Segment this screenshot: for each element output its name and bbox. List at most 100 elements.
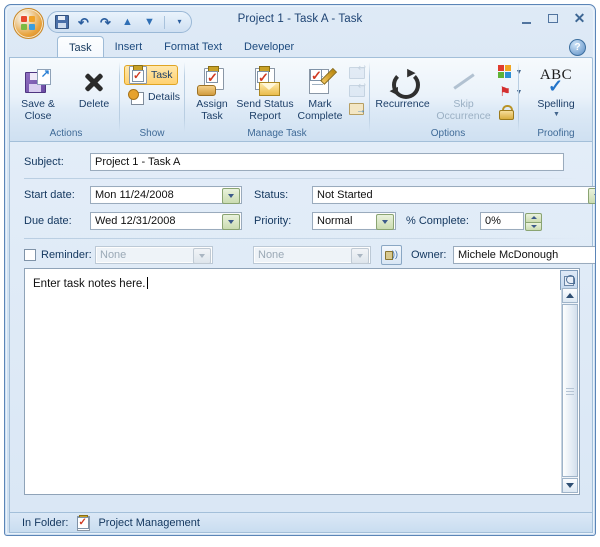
reminder-checkbox[interactable]: [24, 249, 36, 261]
due-date-dropdown-icon[interactable]: [222, 214, 240, 230]
minimize-button[interactable]: [520, 12, 535, 26]
start-date-input[interactable]: Mon 11/24/2008: [90, 186, 242, 204]
window-title: Project 1 - Task A - Task: [237, 13, 363, 25]
task-folder-icon: ✓: [76, 514, 91, 531]
follow-up-flag-icon[interactable]: ⚑: [498, 85, 513, 100]
reminder-time-combo[interactable]: None: [253, 246, 371, 264]
spelling-icon: ABC ✓: [539, 67, 573, 96]
reminder-date-combo[interactable]: None: [95, 246, 213, 264]
show-task-label: Task: [150, 69, 173, 81]
close-button[interactable]: ✕: [572, 11, 587, 26]
chevron-down-icon: [566, 483, 574, 488]
tab-insert[interactable]: Insert: [104, 36, 154, 58]
reminder-date-value: None: [100, 249, 127, 261]
task-form-icon: ✓: [128, 65, 147, 84]
mark-complete-button[interactable]: ✓ Mark Complete: [294, 62, 346, 122]
delete-button[interactable]: Delete: [67, 62, 121, 111]
status-combo[interactable]: Not Started: [312, 186, 595, 204]
private-lock-icon[interactable]: [498, 105, 514, 120]
percent-complete-stepper[interactable]: [525, 213, 542, 231]
ribbon: ↗ Save & Close Delete Actions ✓ Task Det…: [9, 57, 593, 142]
reminder-sound-button[interactable]: )): [381, 245, 402, 265]
percent-increment-icon[interactable]: [525, 213, 542, 222]
send-status-report-label-1: Send Status: [236, 98, 294, 110]
percent-complete-label: % Complete:: [406, 215, 469, 227]
due-date-label: Due date:: [24, 215, 72, 227]
reminder-label: Reminder:: [41, 249, 92, 261]
send-status-report-button[interactable]: ✓ Send Status Report: [236, 62, 294, 122]
notes-text-value: Enter task notes here.: [33, 278, 146, 290]
ribbon-group-label-actions: Actions: [49, 128, 83, 139]
show-details-button[interactable]: Details: [124, 88, 184, 106]
tab-task[interactable]: Task: [57, 36, 104, 58]
delete-label: Delete: [78, 98, 110, 110]
assign-task-button[interactable]: ✓ Assign Task: [188, 62, 236, 122]
reminder-sound-icon: )): [385, 249, 398, 261]
save-and-close-icon: ↗: [25, 69, 51, 95]
subject-label: Subject:: [24, 156, 64, 168]
scrollbar-thumb[interactable]: [562, 304, 578, 477]
percent-decrement-icon[interactable]: [525, 221, 542, 231]
reminder-time-value: None: [258, 249, 285, 261]
skip-occurrence-icon: [451, 69, 477, 95]
spelling-caret-icon[interactable]: ▼: [553, 111, 560, 118]
help-icon[interactable]: ?: [569, 39, 586, 56]
form-divider: [24, 178, 580, 179]
forward-icon[interactable]: →: [349, 101, 366, 116]
attachment-button[interactable]: [560, 270, 578, 290]
reply-all-icon[interactable]: ↩: [349, 82, 366, 98]
send-status-report-label-2: Report: [249, 109, 281, 122]
ribbon-group-label-proofing: Proofing: [537, 128, 575, 139]
window-controls: ✕: [520, 11, 587, 26]
assign-task-label-2: Task: [201, 109, 223, 122]
start-date-dropdown-icon[interactable]: [222, 188, 240, 204]
task-form: Subject: Project 1 - Task A Start date: …: [9, 142, 595, 513]
ribbon-group-label-show: Show: [139, 128, 165, 139]
ribbon-group-label-options: Options: [430, 128, 466, 139]
start-date-row: Start date: Mon 11/24/2008 Status: Not S…: [24, 186, 595, 204]
save-and-close-label-1: Save &: [21, 98, 55, 110]
notes-body[interactable]: Enter task notes here.: [24, 268, 580, 495]
scroll-up-button[interactable]: [562, 288, 578, 303]
ribbon-group-actions: ↗ Save & Close Delete Actions: [14, 59, 118, 140]
maximize-button[interactable]: [546, 12, 561, 26]
reminder-time-dropdown-icon[interactable]: [351, 248, 369, 264]
skip-occurrence-label-1: Skip: [453, 98, 474, 110]
tab-format-text[interactable]: Format Text: [153, 36, 233, 58]
reminder-date-dropdown-icon[interactable]: [193, 248, 211, 264]
scroll-down-button[interactable]: [562, 478, 578, 493]
ribbon-separator: [184, 62, 185, 132]
show-task-button[interactable]: ✓ Task: [123, 65, 178, 85]
categorize-icon[interactable]: [497, 65, 513, 80]
tab-developer[interactable]: Developer: [233, 36, 305, 58]
recurrence-button[interactable]: ▶ ◀ Recurrence: [374, 62, 432, 111]
due-date-input[interactable]: Wed 12/31/2008: [90, 212, 242, 230]
ribbon-tab-strip: Task Insert Format Text Developer ?: [5, 36, 595, 58]
save-and-close-button[interactable]: ↗ Save & Close: [11, 62, 65, 122]
attachment-icon: [563, 274, 575, 286]
delete-icon: [81, 69, 107, 95]
percent-complete-input[interactable]: 0%: [480, 212, 542, 231]
in-folder-label: In Folder:: [22, 516, 69, 529]
due-date-value: Wed 12/31/2008: [95, 215, 176, 227]
scrollbar-grip-icon: [566, 387, 574, 395]
priority-value: Normal: [317, 215, 353, 227]
priority-dropdown-icon[interactable]: [376, 214, 394, 230]
owner-input[interactable]: Michele McDonough: [453, 246, 595, 264]
priority-combo[interactable]: Normal: [312, 212, 396, 230]
start-date-value: Mon 11/24/2008: [95, 189, 174, 201]
notes-scrollbar[interactable]: [561, 288, 578, 493]
folder-name[interactable]: Project Management: [98, 517, 200, 529]
reply-icon[interactable]: ↩: [349, 64, 366, 80]
subject-input[interactable]: Project 1 - Task A: [90, 153, 564, 171]
skip-occurrence-label-2: Occurrence: [436, 109, 491, 122]
start-date-label: Start date:: [24, 189, 75, 201]
task-details-icon: [127, 89, 144, 105]
status-label: Status:: [254, 189, 289, 201]
assign-task-icon: ✓: [197, 66, 227, 96]
reminder-row: Reminder: None None )) Owner: Michele Mc…: [24, 245, 595, 265]
spelling-button[interactable]: ABC ✓ Spelling ▼: [523, 62, 589, 118]
show-details-label: Details: [147, 91, 181, 103]
status-dropdown-icon[interactable]: [588, 188, 595, 204]
ribbon-group-proofing: ABC ✓ Spelling ▼ Proofing: [522, 59, 590, 140]
